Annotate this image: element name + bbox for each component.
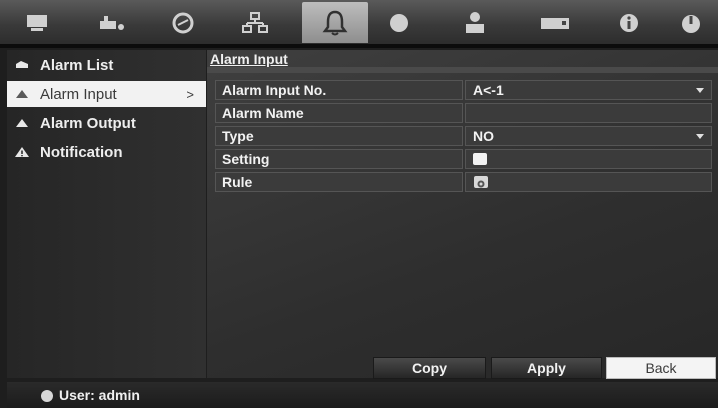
display-tab[interactable] <box>4 2 70 43</box>
alarm-input-no-label: Alarm Input No. <box>215 80 463 100</box>
camera-tab[interactable] <box>78 2 144 43</box>
top-divider <box>0 44 718 48</box>
alarm-input-icon <box>14 88 30 100</box>
user-label: User: admin <box>59 387 140 403</box>
rule-gear-icon[interactable] <box>474 176 488 188</box>
copy-button[interactable]: Copy <box>373 357 486 379</box>
storage-tab[interactable] <box>522 2 588 43</box>
top-menu-bar <box>0 0 718 45</box>
sidebar-item-alarm-output[interactable]: Alarm Output <box>7 110 206 136</box>
user-status-icon <box>41 390 53 402</box>
status-bar: User: admin <box>7 382 718 408</box>
form-row-type: Type NO <box>215 126 712 146</box>
chevron-right-icon: > <box>186 86 194 102</box>
page-title: Alarm Input <box>210 51 288 67</box>
sidebar-item-label: Alarm Input <box>40 85 117 103</box>
type-label: Type <box>215 126 463 146</box>
setting-checkbox[interactable] <box>473 153 487 165</box>
title-divider <box>207 67 718 73</box>
apply-button[interactable]: Apply <box>491 357 602 379</box>
device-tab[interactable] <box>366 2 432 43</box>
setting-cell <box>465 149 712 169</box>
sidebar-item-alarm-input[interactable]: Alarm Input > <box>7 81 206 107</box>
alarm-list-icon <box>14 59 30 71</box>
hdd-icon <box>541 17 569 29</box>
sidebar-item-label: Alarm List <box>40 56 114 74</box>
alarm-output-icon <box>14 117 30 129</box>
alarm-tab[interactable] <box>302 2 368 43</box>
sidebar-item-label: Notification <box>40 143 123 161</box>
warning-icon <box>14 146 30 158</box>
circle-icon <box>390 13 408 32</box>
dropdown-arrow-icon <box>696 134 704 139</box>
power-icon <box>682 14 700 33</box>
sidebar-item-alarm-list[interactable]: Alarm List <box>7 52 206 78</box>
playback-tab[interactable] <box>150 2 216 43</box>
camera-icon <box>100 15 124 30</box>
alarm-name-label: Alarm Name <box>215 103 463 123</box>
rule-cell <box>465 172 712 192</box>
dropdown-arrow-icon <box>696 88 704 93</box>
clock-icon <box>172 12 194 33</box>
form-row-setting: Setting <box>215 149 712 169</box>
info-tab[interactable] <box>596 2 662 43</box>
sidebar: Alarm List Alarm Input > Alarm Output No… <box>7 50 206 378</box>
power-tab[interactable] <box>664 2 718 43</box>
bell-icon <box>322 10 348 35</box>
dvr-screen: Alarm List Alarm Input > Alarm Output No… <box>0 0 718 408</box>
back-button[interactable]: Back <box>606 357 716 379</box>
user-icon <box>466 11 484 33</box>
rule-label: Rule <box>215 172 463 192</box>
sidebar-item-notification[interactable]: Notification <box>7 139 206 165</box>
type-value: NO <box>473 128 494 144</box>
alarm-input-no-value: A<-1 <box>473 82 504 98</box>
alarm-name-input[interactable] <box>465 103 712 123</box>
setting-label: Setting <box>215 149 463 169</box>
type-select[interactable]: NO <box>465 126 712 146</box>
user-tab[interactable] <box>442 2 508 43</box>
sidebar-item-label: Alarm Output <box>40 114 136 132</box>
network-tab[interactable] <box>222 2 288 43</box>
alarm-input-no-select[interactable]: A<-1 <box>465 80 712 100</box>
info-icon <box>620 13 638 32</box>
form-row-alarm-name: Alarm Name <box>215 103 712 123</box>
form-row-rule: Rule <box>215 172 712 192</box>
monitor-icon <box>27 14 47 31</box>
network-icon <box>242 11 268 33</box>
form-row-alarm-input-no: Alarm Input No. A<-1 <box>215 80 712 100</box>
main-panel: Alarm Input Alarm Input No. A<-1 Alarm N… <box>207 50 718 379</box>
